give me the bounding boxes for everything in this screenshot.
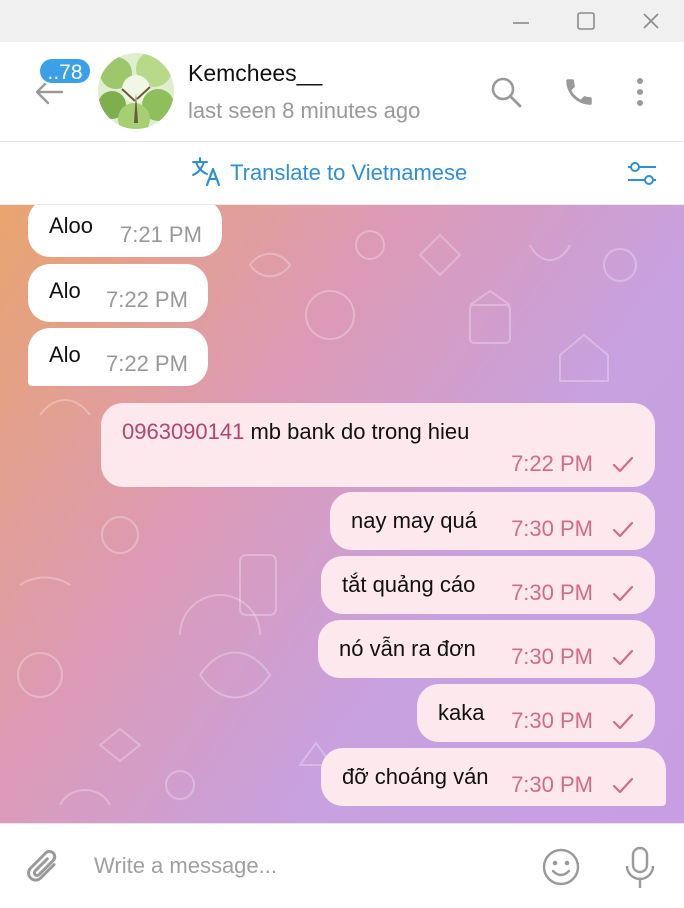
phone-icon[interactable] — [559, 72, 599, 112]
outgoing-message[interactable]: 0963090141 mb bank do trong hieu 7:22 PM — [101, 403, 655, 487]
message-composer — [0, 823, 684, 908]
message-input[interactable] — [92, 842, 516, 890]
maximize-icon[interactable] — [571, 6, 601, 36]
incoming-message[interactable]: Alo 7:22 PM — [28, 328, 208, 386]
outgoing-message[interactable]: kaka 7:30 PM — [417, 684, 655, 742]
outgoing-message[interactable]: tắt quảng cáo 7:30 PM — [321, 556, 655, 614]
window-titlebar — [0, 0, 684, 42]
microphone-icon[interactable] — [620, 844, 660, 892]
phone-number-link[interactable]: 0963090141 — [122, 419, 244, 444]
paperclip-icon[interactable] — [24, 846, 64, 890]
sent-check-icon — [612, 649, 634, 666]
translate-button[interactable]: Translate to Vietnamese — [190, 156, 467, 190]
sent-check-icon — [612, 521, 634, 538]
incoming-message[interactable]: Aloo 7:21 PM — [28, 205, 222, 257]
sent-check-icon — [612, 585, 634, 602]
translate-icon — [190, 154, 224, 193]
outgoing-message[interactable]: đỡ choáng ván 7:30 PM — [321, 748, 666, 806]
incoming-message[interactable]: Alo 7:22 PM — [28, 264, 208, 322]
avatar[interactable] — [98, 53, 174, 129]
sent-check-icon — [612, 713, 634, 730]
translate-bar: Translate to Vietnamese — [0, 142, 684, 205]
emoji-icon[interactable] — [540, 846, 582, 888]
chat-messages-area[interactable]: Aloo 7:21 PM Alo 7:22 PM Alo 7:22 PM 096… — [0, 205, 684, 823]
sent-check-icon — [612, 456, 634, 473]
sliders-icon[interactable] — [622, 156, 662, 190]
sent-check-icon — [612, 777, 634, 794]
outgoing-message[interactable]: nó vẫn ra đơn 7:30 PM — [318, 620, 655, 678]
search-icon[interactable] — [486, 72, 526, 112]
last-seen-status: last seen 8 minutes ago — [188, 98, 421, 123]
translate-label: Translate to Vietnamese — [230, 160, 468, 185]
contact-name[interactable]: Kemchees__ — [188, 60, 322, 87]
unread-count-badge[interactable]: ..78 — [38, 57, 92, 85]
minimize-icon[interactable] — [506, 6, 536, 36]
outgoing-message[interactable]: nay may quá 7:30 PM — [330, 492, 655, 550]
close-icon[interactable] — [636, 6, 666, 36]
chat-header: ..78 Kemchees__ last seen 8 minutes ago — [0, 42, 684, 142]
more-vertical-icon[interactable] — [620, 72, 660, 112]
